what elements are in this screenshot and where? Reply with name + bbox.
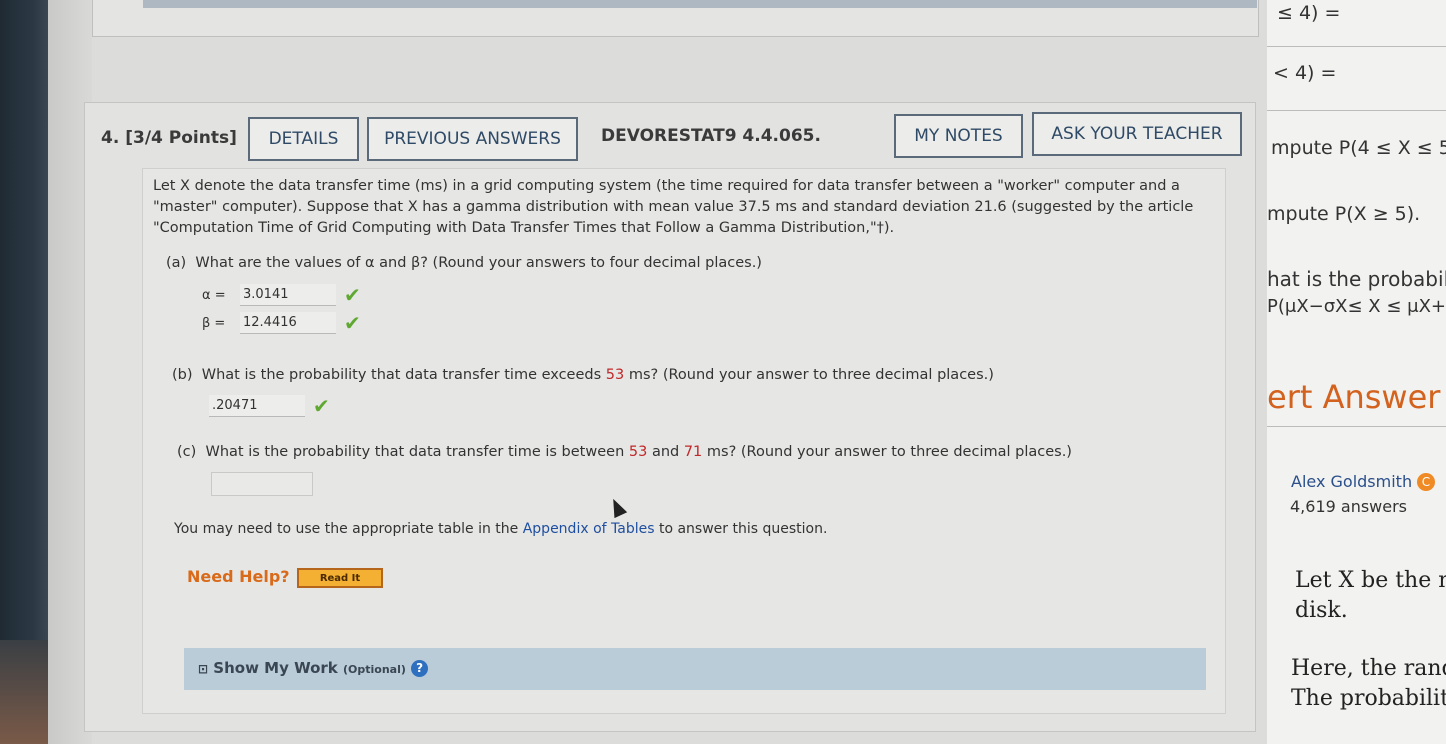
beta-label: β = (202, 315, 226, 331)
alpha-input[interactable]: 3.0141 (240, 284, 336, 306)
beta-input[interactable]: 12.4416 (240, 312, 336, 334)
screen-bezel (0, 0, 48, 744)
question-code: DEVORESTAT9 4.4.065. (601, 126, 821, 146)
show-my-work-toggle[interactable]: ⊡ Show My Work (Optional) ? (198, 659, 429, 677)
part-c-label: (c) (177, 444, 197, 460)
rp-divider-1 (1267, 46, 1446, 47)
details-button[interactable]: DETAILS (248, 117, 359, 161)
part-b-value: 53 (605, 367, 625, 383)
beta-correct-check-icon: ✔ (344, 311, 361, 335)
alpha-correct-check-icon: ✔ (344, 283, 361, 307)
part-c-text-after: ms? (Round your answer to three decimal … (706, 444, 1072, 460)
note-text-after: to answer this question. (658, 521, 828, 537)
rp-line-2: < 4) = (1273, 62, 1337, 84)
right-side-panel: ≤ 4) = < 4) = mpute P(4 ≤ X ≤ 5). mpute … (1267, 0, 1446, 744)
my-notes-button[interactable]: MY NOTES (894, 114, 1023, 158)
part-a-label: (a) (166, 255, 187, 271)
question-body (142, 168, 1226, 714)
ask-teacher-button[interactable]: ASK YOUR TEACHER (1032, 112, 1242, 156)
show-my-work-optional: (Optional) (343, 663, 406, 676)
expert-name[interactable]: Alex Goldsmith (1291, 472, 1412, 491)
prompt-line-2: "master" computer). Suppose that X has a… (153, 199, 1194, 215)
part-c-and: and (651, 444, 680, 460)
part-b-text-before: What is the probability that data transf… (201, 367, 602, 383)
part-c-value-1: 53 (628, 444, 648, 460)
question-header: 4. [3/4 Points] (101, 128, 237, 148)
previous-question-bar (143, 0, 1257, 8)
part-b-text-after: ms? (Round your answer to three decimal … (628, 367, 994, 383)
need-help-label: Need Help? (187, 567, 290, 586)
question-number: 4. (101, 128, 120, 148)
expand-icon: ⊡ (198, 662, 209, 676)
beta-answer-row: β = 12.4416 ✔ (202, 311, 361, 335)
part-b-input[interactable]: .20471 (209, 395, 305, 417)
part-c-question: (c) What is the probability that data tr… (177, 444, 1072, 460)
part-b-answer-row: .20471 ✔ (209, 394, 330, 418)
appendix-note: You may need to use the appropriate tabl… (174, 521, 827, 537)
solution-line-4: The probability (1291, 686, 1446, 711)
part-b-correct-check-icon: ✔ (313, 394, 330, 418)
rp-line-5: hat is the probability (1267, 267, 1446, 291)
part-b-question: (b) What is the probability that data tr… (172, 367, 994, 383)
solution-line-1: Let X be the n (1295, 568, 1446, 593)
expert-answer-count: 4,619 answers (1290, 497, 1408, 516)
alpha-answer-row: α = 3.0141 ✔ (202, 283, 361, 307)
rp-line-1: ≤ 4) = (1277, 2, 1341, 24)
part-c-text-before: What is the probability that data transf… (205, 444, 625, 460)
rp-divider-3 (1267, 426, 1446, 427)
show-my-work-text: Show My Work (213, 659, 338, 677)
expert-answer-heading: ert Answer (1267, 378, 1441, 416)
part-b-label: (b) (172, 367, 193, 383)
rp-line-4: mpute P(X ≥ 5). (1267, 203, 1421, 225)
solution-line-3: Here, the rando (1291, 656, 1446, 681)
prompt-line-1: Let X denote the data transfer time (ms)… (153, 178, 1180, 194)
question-prompt: Let X denote the data transfer time (ms)… (153, 176, 1223, 239)
previous-answers-button[interactable]: PREVIOUS ANSWERS (367, 117, 578, 161)
expert-badge-icon: C (1417, 473, 1435, 491)
alpha-label: α = (202, 287, 226, 303)
solution-line-2: disk. (1295, 598, 1348, 623)
prompt-line-3: "Computation Time of Grid Computing with… (153, 220, 895, 236)
part-a-text: What are the values of α and β? (Round y… (195, 255, 762, 271)
read-it-button[interactable]: Read It (297, 568, 383, 588)
appendix-link[interactable]: Appendix of Tables (523, 521, 655, 537)
rp-divider-2 (1267, 110, 1446, 111)
part-c-input[interactable] (211, 472, 313, 496)
rp-line-6: P(μX−σX≤ X ≤ μX+σX) (1267, 296, 1446, 317)
rp-line-3: mpute P(4 ≤ X ≤ 5). (1271, 137, 1446, 159)
note-text-before: You may need to use the appropriate tabl… (174, 521, 519, 537)
part-a-question: (a) What are the values of α and β? (Rou… (166, 255, 762, 271)
bezel-corner (0, 640, 48, 744)
part-c-value-2: 71 (683, 444, 703, 460)
help-icon[interactable]: ? (411, 660, 429, 677)
question-points: [3/4 Points] (125, 128, 237, 148)
